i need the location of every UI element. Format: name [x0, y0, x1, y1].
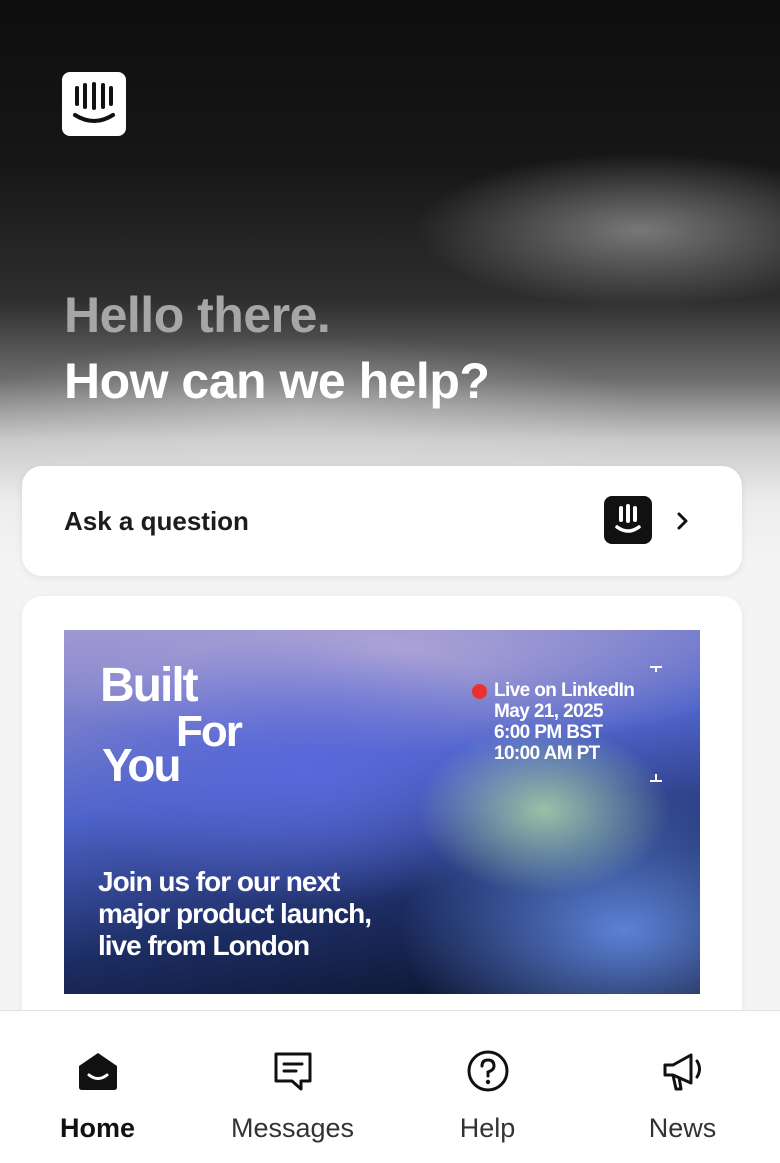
- chevron-right-icon: [674, 508, 694, 534]
- corner-mark-bottom-stem: [655, 774, 657, 780]
- live-on-linkedin-text: Live on LinkedIn: [494, 680, 635, 701]
- intercom-logo-icon: [62, 72, 126, 136]
- ask-question-button[interactable]: Ask a question: [22, 466, 742, 576]
- banner-title-you: You: [102, 739, 181, 791]
- intercom-avatar-icon: [604, 496, 652, 544]
- tab-help[interactable]: Help: [390, 1011, 585, 1163]
- messages-icon: [274, 1052, 312, 1091]
- product-launch-banner[interactable]: Built For You Live on LinkedIn May 21, 2…: [64, 630, 700, 994]
- tab-help-label: Help: [459, 1113, 516, 1143]
- bottom-tab-bar: Home Messages Help News: [0, 1010, 780, 1163]
- headline-text: How can we help?: [64, 353, 490, 409]
- home-icon: [79, 1053, 117, 1090]
- event-time-bst-text: 6:00 PM BST: [494, 722, 603, 743]
- greeting-text: Hello there.: [64, 287, 331, 343]
- megaphone-icon: [663, 1053, 701, 1091]
- corner-mark-bottom: [650, 780, 662, 782]
- event-time-pt-text: 10:00 AM PT: [494, 743, 600, 764]
- event-date-text: May 21, 2025: [494, 701, 604, 722]
- ask-question-label: Ask a question: [64, 506, 249, 536]
- tab-news[interactable]: News: [585, 1011, 780, 1163]
- promo-line-1: Join us for our next: [98, 866, 340, 897]
- promo-line-3: live from London: [98, 930, 310, 961]
- banner-title-for: For: [176, 707, 243, 756]
- banner-promo-text: Join us for our next major product launc…: [98, 866, 372, 962]
- live-indicator-icon: [472, 684, 487, 699]
- promo-line-2: major product launch,: [98, 898, 372, 929]
- news-card[interactable]: Built For You Live on LinkedIn May 21, 2…: [22, 596, 742, 1026]
- tab-messages-label: Messages: [230, 1113, 355, 1143]
- banner-title-built: Built: [100, 659, 199, 712]
- tab-news-label: News: [648, 1113, 717, 1143]
- tab-home-label: Home: [59, 1113, 135, 1143]
- corner-mark-top-stem: [655, 666, 657, 672]
- event-info: Live on LinkedIn May 21, 2025 6:00 PM BS…: [494, 680, 635, 764]
- help-icon: [467, 1050, 509, 1092]
- tab-messages[interactable]: Messages: [195, 1011, 390, 1163]
- tab-home[interactable]: Home: [0, 1011, 195, 1163]
